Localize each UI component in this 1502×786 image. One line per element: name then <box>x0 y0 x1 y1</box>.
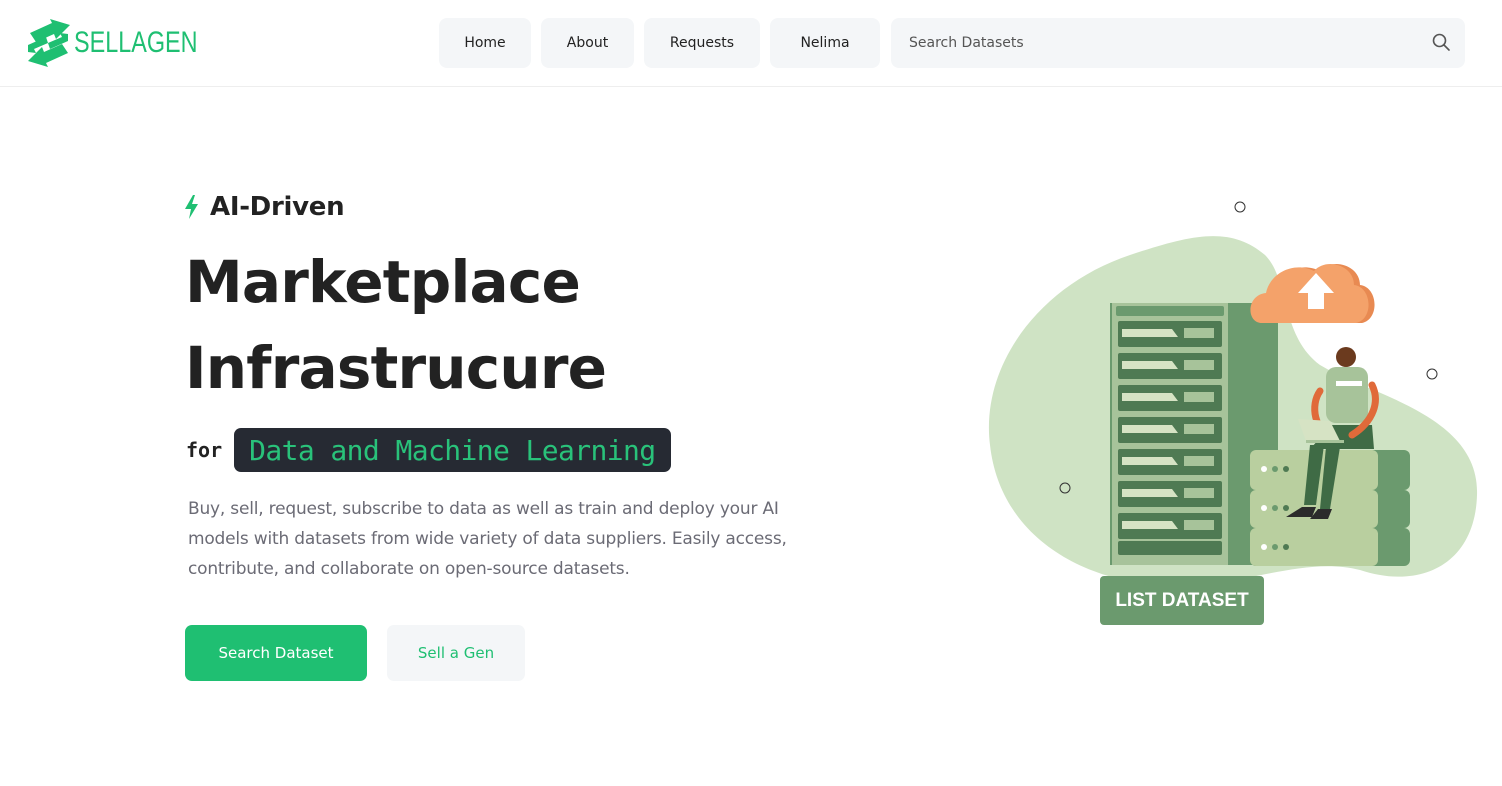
hero-tag-text: AI-Driven <box>210 192 345 222</box>
nav-home-button[interactable]: Home <box>439 18 531 68</box>
nav-requests-button[interactable]: Requests <box>644 18 760 68</box>
sellagen-logo-icon <box>28 19 70 67</box>
data-server-illustration <box>988 201 1478 586</box>
search-icon[interactable] <box>1431 32 1451 52</box>
hero-illustration <box>980 195 1485 635</box>
list-dataset-button[interactable]: LIST DATASET <box>1100 576 1264 625</box>
search-dataset-button[interactable]: Search Dataset <box>185 625 367 681</box>
hero-tag: AI-Driven <box>182 192 345 222</box>
hero-subtitle: for Data and Machine Learning <box>186 428 671 472</box>
brand-name: SELLAGEN <box>74 26 198 59</box>
for-word: for <box>186 438 223 462</box>
hero-title-line-2: Infrastrucure <box>185 334 607 402</box>
hero-description: Buy, sell, request, subscribe to data as… <box>188 499 787 579</box>
search-input[interactable] <box>891 18 1411 68</box>
top-navbar: SELLAGEN Home About Requests Nelima <box>0 0 1502 87</box>
nav-about-button[interactable]: About <box>541 18 634 68</box>
nav-nelima-button[interactable]: Nelima <box>770 18 880 68</box>
lightning-icon <box>185 195 198 219</box>
highlight-chip: Data and Machine Learning <box>234 428 671 472</box>
decor-circle <box>1426 368 1438 380</box>
logo[interactable]: SELLAGEN <box>26 19 232 67</box>
hero-title-line-1: Marketplace <box>185 248 581 316</box>
search-bar <box>891 18 1465 68</box>
sell-a-gen-button[interactable]: Sell a Gen <box>387 625 525 681</box>
decor-circle <box>1234 201 1246 213</box>
